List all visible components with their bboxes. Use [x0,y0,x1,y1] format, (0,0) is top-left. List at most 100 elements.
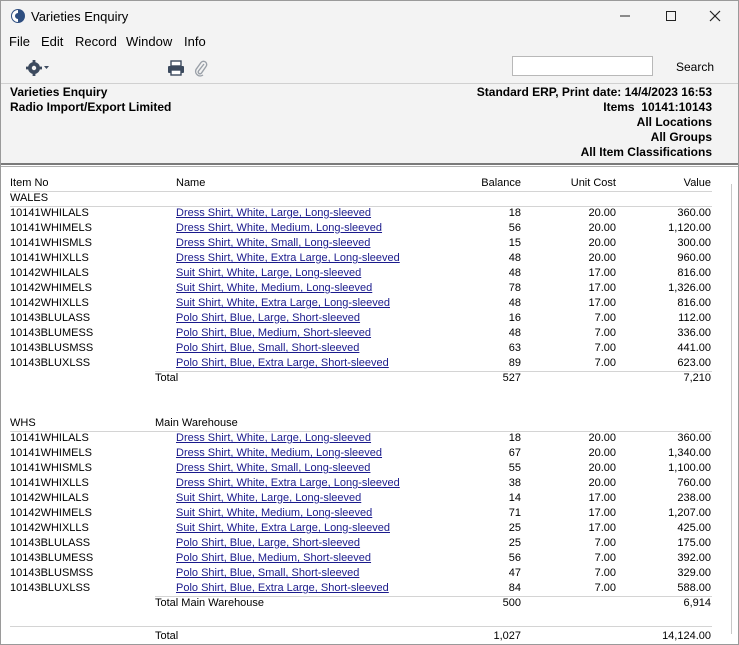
item-name-link[interactable]: Dress Shirt, White, Large, Long-sleeved [176,432,371,445]
printer-icon[interactable] [167,59,185,77]
groups-filter: All Groups [650,130,712,144]
unit-cost-value: 17.00 [588,282,616,294]
item-name-link[interactable]: Dress Shirt, White, Large, Long-sleeved [176,207,371,220]
menu-window[interactable]: Window [126,34,172,49]
stock-value: 760.00 [677,477,711,489]
section-total-value: 6,914 [683,597,711,609]
item-number: 10142WHILALS [10,267,89,279]
maximize-button[interactable] [648,1,694,31]
unit-cost-value: 20.00 [588,252,616,264]
minimize-button[interactable] [602,1,648,31]
item-name-link[interactable]: Suit Shirt, White, Large, Long-sleeved [176,492,361,505]
balance-value: 48 [508,297,521,309]
section-total-balance: 527 [502,372,521,384]
item-name-link[interactable]: Dress Shirt, White, Extra Large, Long-sl… [176,252,400,265]
item-number: 10142WHIXLLS [10,297,89,309]
item-name-link[interactable]: Dress Shirt, White, Small, Long-sleeved [176,462,370,475]
unit-cost-value: 17.00 [588,297,616,309]
stock-value: 360.00 [677,432,711,444]
section-total-label: Total Main Warehouse [155,597,265,609]
item-name-link[interactable]: Polo Shirt, Blue, Large, Short-sleeved [176,312,360,325]
item-number: 10143BLUXLSS [10,582,91,594]
item-name-link[interactable]: Suit Shirt, White, Extra Large, Long-sle… [176,522,390,535]
item-name-link[interactable]: Polo Shirt, Blue, Small, Short-sleeved [176,567,359,580]
stock-value: 329.00 [677,567,711,579]
unit-cost-value: 7.00 [594,357,616,369]
item-name-link[interactable]: Polo Shirt, Blue, Medium, Short-sleeved [176,327,371,340]
section-total-balance: 500 [502,597,521,609]
item-name-link[interactable]: Suit Shirt, White, Extra Large, Long-sle… [176,297,390,310]
stock-value: 360.00 [677,207,711,219]
col-value: Value [683,177,711,189]
col-name: Name [176,177,206,189]
menu-file[interactable]: File [9,34,30,49]
item-number: 10142WHILALS [10,492,89,504]
item-number: 10141WHIMELS [10,222,92,234]
unit-cost-value: 20.00 [588,432,616,444]
close-button[interactable] [692,1,738,31]
item-name-link[interactable]: Polo Shirt, Blue, Extra Large, Short-sle… [176,357,389,370]
menu-info[interactable]: Info [184,34,206,49]
item-name-link[interactable]: Suit Shirt, White, Medium, Long-sleeved [176,282,372,295]
balance-value: 15 [508,237,521,249]
unit-cost-value: 20.00 [588,447,616,459]
item-number: 10143BLULASS [10,312,91,324]
grand-total-rule [10,626,712,627]
balance-value: 67 [508,447,521,459]
toolbar: Search [1,53,738,84]
report-title: Varieties Enquiry [10,85,108,99]
balance-value: 38 [508,477,521,489]
item-name-link[interactable]: Polo Shirt, Blue, Medium, Short-sleeved [176,552,371,565]
window-title: Varieties Enquiry [31,9,129,24]
unit-cost-value: 20.00 [588,222,616,234]
balance-value: 25 [508,522,521,534]
locations-filter: All Locations [636,115,712,129]
location-code: WALES [10,192,49,204]
balance-value: 14 [508,492,521,504]
unit-cost-value: 17.00 [588,267,616,279]
gear-icon[interactable] [25,57,49,79]
balance-value: 48 [508,327,521,339]
varieties-enquiry-window: Varieties Enquiry File Edit Record Windo… [0,0,739,645]
balance-value: 63 [508,342,521,354]
item-number: 10142WHIXLLS [10,522,89,534]
section-total-label: Total [155,372,179,384]
item-name-link[interactable]: Polo Shirt, Blue, Large, Short-sleeved [176,537,360,550]
stock-value: 1,100.00 [668,462,711,474]
balance-value: 47 [508,567,521,579]
balance-value: 71 [508,507,521,519]
search-input[interactable] [512,56,653,76]
item-name-link[interactable]: Polo Shirt, Blue, Small, Short-sleeved [176,342,359,355]
menu-record[interactable]: Record [75,34,117,49]
minimize-icon [620,15,630,17]
item-name-link[interactable]: Dress Shirt, White, Small, Long-sleeved [176,237,370,250]
stock-value: 816.00 [677,297,711,309]
attachment-icon[interactable] [194,59,208,77]
item-name-link[interactable]: Polo Shirt, Blue, Extra Large, Short-sle… [176,582,389,595]
item-number: 10141WHILALS [10,432,89,444]
stock-value: 425.00 [677,522,711,534]
balance-value: 56 [508,222,521,234]
item-name-link[interactable]: Dress Shirt, White, Extra Large, Long-sl… [176,477,400,490]
item-name-link[interactable]: Dress Shirt, White, Medium, Long-sleeved [176,222,382,235]
item-number: 10143BLUMESS [10,552,94,564]
search-button[interactable]: Search [676,60,714,74]
balance-value: 84 [508,582,521,594]
item-name-link[interactable]: Suit Shirt, White, Large, Long-sleeved [176,267,361,280]
item-number: 10142WHIMELS [10,282,92,294]
balance-value: 55 [508,462,521,474]
unit-cost-value: 20.00 [588,477,616,489]
balance-value: 18 [508,432,521,444]
unit-cost-value: 17.00 [588,492,616,504]
item-number: 10142WHIMELS [10,507,92,519]
unit-cost-value: 17.00 [588,507,616,519]
balance-value: 78 [508,282,521,294]
report-body: Item No Name Balance Unit Cost Value WAL… [1,167,738,644]
unit-cost-value: 7.00 [594,567,616,579]
item-number: 10141WHISMLS [10,462,92,474]
location-code: WHS [10,417,36,429]
item-name-link[interactable]: Dress Shirt, White, Medium, Long-sleeved [176,447,382,460]
unit-cost-value: 20.00 [588,462,616,474]
item-name-link[interactable]: Suit Shirt, White, Medium, Long-sleeved [176,507,372,520]
menu-edit[interactable]: Edit [41,34,63,49]
